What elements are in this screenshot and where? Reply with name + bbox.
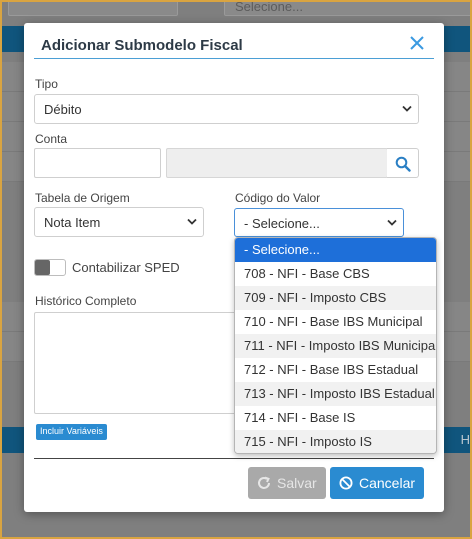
save-button-label: Salvar: [277, 475, 317, 491]
conta-code-input[interactable]: [34, 148, 161, 178]
historico-textarea[interactable]: [34, 312, 254, 414]
background-edge-text: H: [460, 432, 470, 447]
incluir-variaveis-button[interactable]: Incluir Variáveis: [36, 424, 107, 440]
chevron-down-icon: [387, 219, 397, 226]
cancel-button[interactable]: Cancelar: [330, 467, 424, 499]
historico-label: Histórico Completo: [35, 294, 137, 308]
tipo-select-value: Débito: [44, 102, 82, 117]
dropdown-option[interactable]: 708 - NFI - Base CBS: [235, 262, 436, 286]
dropdown-option[interactable]: 714 - NFI - Base IS: [235, 406, 436, 430]
cancel-button-label: Cancelar: [359, 475, 416, 491]
background-select-placeholder: Selecione...: [235, 0, 303, 14]
background-select-right: Selecione...: [224, 0, 470, 16]
dropdown-option[interactable]: - Selecione...: [235, 238, 436, 262]
dropdown-option[interactable]: 711 - NFI - Imposto IBS Municipal: [235, 334, 436, 358]
ban-icon: [339, 476, 353, 490]
dropdown-option[interactable]: 713 - NFI - Imposto IBS Estadual: [235, 382, 436, 406]
tipo-select[interactable]: Débito: [34, 94, 419, 124]
background-select: [8, 2, 178, 16]
chevron-down-icon: [187, 218, 197, 225]
tabela-origem-value: Nota Item: [44, 215, 101, 230]
dialog-title: Adicionar Submodelo Fiscal: [41, 37, 243, 54]
dropdown-option[interactable]: 709 - NFI - Imposto CBS: [235, 286, 436, 310]
close-icon: [410, 36, 424, 50]
close-button[interactable]: [407, 33, 427, 53]
codigo-valor-dropdown: - Selecione... 708 - NFI - Base CBS 709 …: [234, 237, 437, 454]
conta-search-button[interactable]: [387, 148, 419, 178]
chevron-down-icon: [402, 105, 412, 112]
footer-divider: [34, 458, 434, 459]
contabilizar-sped-toggle[interactable]: [34, 259, 66, 276]
dropdown-option[interactable]: 712 - NFI - Base IBS Estadual: [235, 358, 436, 382]
save-button[interactable]: Salvar: [248, 467, 326, 499]
tabela-origem-select[interactable]: Nota Item: [34, 207, 204, 237]
toggle-knob: [35, 260, 50, 275]
search-icon: [395, 156, 411, 172]
conta-label: Conta: [35, 132, 68, 146]
refresh-icon: [258, 476, 270, 489]
codigo-valor-label: Código do Valor: [235, 191, 321, 205]
title-divider: [34, 58, 434, 59]
contabilizar-sped-label: Contabilizar SPED: [72, 260, 180, 275]
conta-name-field: [166, 148, 388, 178]
dropdown-option[interactable]: 710 - NFI - Base IBS Municipal: [235, 310, 436, 334]
codigo-valor-select[interactable]: - Selecione...: [234, 208, 404, 237]
tipo-label: Tipo: [35, 77, 58, 91]
dropdown-option[interactable]: 715 - NFI - Imposto IS: [235, 430, 436, 453]
codigo-valor-value: - Selecione...: [244, 216, 320, 231]
tabela-origem-label: Tabela de Origem: [35, 191, 130, 205]
